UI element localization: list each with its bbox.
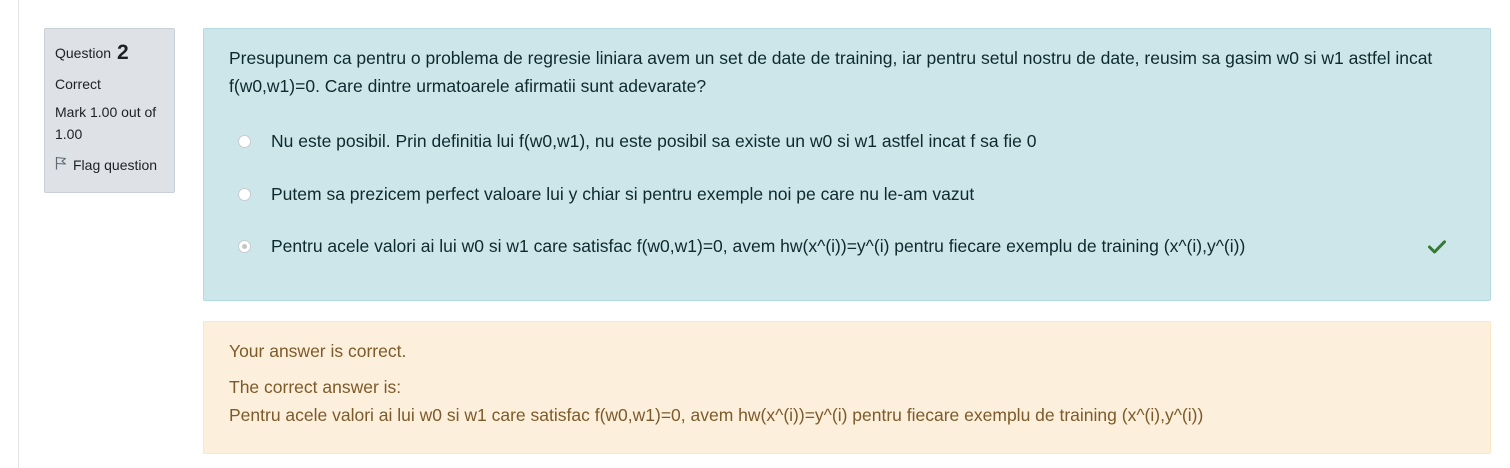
question-label: Question: [55, 45, 112, 61]
answer-option[interactable]: Nu este posibil. Prin definitia lui f(w0…: [238, 127, 1460, 155]
question-grade: Mark 1.00 out of 1.00: [55, 104, 157, 142]
answer-label: Nu este posibil. Prin definitia lui f(w0…: [271, 130, 1037, 151]
flag-outline-icon: [55, 156, 73, 173]
question-state: Correct: [55, 76, 101, 92]
flag-question-label: Flag question: [73, 156, 158, 173]
feedback-result: Your answer is correct.: [229, 341, 407, 361]
page-left-border: [18, 0, 19, 468]
check-icon: [1428, 238, 1446, 259]
question-info-panel: Question 2 Correct Mark 1.00 out of 1.00…: [44, 28, 175, 193]
answer-label: Pentru acele valori ai lui w0 si w1 care…: [271, 235, 1246, 256]
correct-answer-text: Pentru acele valori ai lui w0 si w1 care…: [229, 405, 1204, 425]
answer-option[interactable]: Putem sa prezicem perfect valoare lui y …: [238, 180, 1460, 208]
answer-radio[interactable]: [238, 187, 251, 201]
answer-radio[interactable]: [238, 134, 251, 148]
flag-question-link[interactable]: Flag question: [55, 156, 164, 173]
question-number-value: 2: [116, 41, 129, 64]
answer-feedback: Your answer is correct. The correct answ…: [203, 321, 1491, 454]
question-formulation: Presupunem ca pentru o problema de regre…: [203, 28, 1491, 301]
answer-label: Putem sa prezicem perfect valoare lui y …: [271, 183, 975, 204]
answer-option[interactable]: Pentru acele valori ai lui w0 si w1 care…: [238, 232, 1460, 260]
question-number: Question 2: [55, 41, 164, 65]
correct-answer-label: The correct answer is:: [229, 377, 402, 397]
answer-radio-selected[interactable]: [238, 239, 251, 253]
question-text: Presupunem ca pentru o problema de regre…: [229, 48, 1433, 96]
